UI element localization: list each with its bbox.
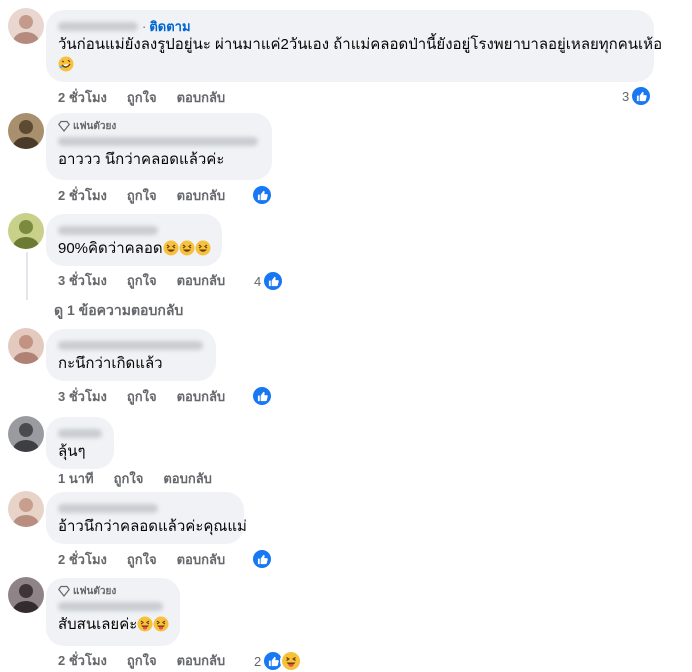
laughing-emoji (195, 240, 211, 256)
like-link[interactable]: ถูกใจ (127, 386, 157, 407)
commenter-name[interactable] (58, 504, 158, 513)
comment-bubble: กะนึกว่าเกิดแล้ว (46, 329, 216, 381)
comment-actions: 2 ชั่วโมง ถูกใจ ตอบกลับ (58, 88, 245, 106)
top-fan-badge: แฟนตัวยง (73, 585, 117, 597)
reaction-count[interactable]: 3 (622, 85, 653, 107)
commenter-name[interactable] (58, 22, 138, 31)
reply-link[interactable]: ตอบกลับ (177, 549, 226, 570)
comment-actions: 3 ชั่วโมง ถูกใจ ตอบกลับ (58, 387, 245, 405)
reaction-count[interactable]: 4 (254, 270, 285, 292)
comment-actions: 1 นาที ถูกใจ ตอบกลับ (58, 469, 232, 487)
reply-link[interactable]: ตอบกลับ (163, 468, 212, 489)
avatar[interactable] (8, 8, 44, 44)
commenter-name[interactable] (58, 137, 258, 146)
avatar[interactable] (8, 328, 44, 364)
timestamp[interactable]: 3 ชั่วโมง (58, 386, 107, 407)
comment-text: อาววว นึกว่าคลอดแล้วค่ะ (58, 151, 225, 168)
laughing-emoji (179, 240, 195, 256)
reaction-count[interactable] (251, 385, 273, 407)
avatar[interactable] (8, 577, 44, 613)
comment-bubble: ลุ้นๆ (46, 417, 114, 469)
commenter-name[interactable] (58, 602, 163, 611)
avatar[interactable] (8, 213, 44, 249)
avatar[interactable] (8, 416, 44, 452)
top-fan-badge: แฟนตัวยง (73, 120, 117, 132)
commenter-name[interactable] (58, 341, 203, 350)
diamond-icon (58, 120, 70, 132)
like-link[interactable]: ถูกใจ (127, 270, 157, 291)
comment-actions: 2 ชั่วโมง ถูกใจ ตอบกลับ (58, 550, 245, 568)
like-link[interactable]: ถูกใจ (127, 87, 157, 108)
comment-actions: 2 ชั่วโมง ถูกใจ ตอบกลับ (58, 651, 245, 669)
reply-link[interactable]: ตอบกลับ (177, 386, 226, 407)
comment-bubble: แฟนตัวยง อาววว นึกว่าคลอดแล้วค่ะ (46, 113, 272, 180)
like-icon (251, 184, 273, 206)
like-icon (251, 385, 273, 407)
timestamp[interactable]: 2 ชั่วโมง (58, 185, 107, 206)
avatar[interactable] (8, 113, 44, 149)
comment-actions: 2 ชั่วโมง ถูกใจ ตอบกลับ (58, 186, 245, 204)
diamond-icon (58, 585, 70, 597)
comment-text: ลุ้นๆ (58, 443, 86, 460)
reply-link[interactable]: ตอบกลับ (177, 185, 226, 206)
like-icon (251, 548, 273, 570)
timestamp[interactable]: 2 ชั่วโมง (58, 549, 107, 570)
like-link[interactable]: ถูกใจ (127, 185, 157, 206)
reaction-count[interactable] (251, 548, 273, 570)
timestamp[interactable]: 1 นาที (58, 468, 94, 489)
tongue-emoji (137, 616, 153, 632)
comment-text: วันก่อนแม่ยังลงรูปอยู่นะ ผ่านมาแค่2วันเอ… (58, 36, 663, 53)
comment-bubble: อ้าวนึกว่าคลอดแล้วค่ะคุณแม่ (46, 492, 247, 544)
comment-bubble: 90%คิดว่าคลอด (46, 214, 222, 266)
rofl-emoji (58, 56, 74, 72)
like-link[interactable]: ถูกใจ (127, 650, 157, 671)
comment-bubble: แฟนตัวยง สับสนเลยค่ะ (46, 578, 180, 646)
timestamp[interactable]: 2 ชั่วโมง (58, 650, 107, 671)
timestamp[interactable]: 2 ชั่วโมง (58, 87, 107, 108)
laughing-emoji (163, 240, 179, 256)
avatar[interactable] (8, 491, 44, 527)
like-link[interactable]: ถูกใจ (127, 549, 157, 570)
comment-text: 90%คิดว่าคลอด (58, 239, 211, 259)
thread-line (26, 252, 28, 300)
like-icon (630, 85, 653, 107)
commenter-name[interactable] (58, 429, 102, 438)
follow-link[interactable]: ติดตาม (149, 16, 190, 37)
reaction-count[interactable] (251, 184, 273, 206)
comment-text: อ้าวนึกว่าคลอดแล้วค่ะคุณแม่ (58, 518, 247, 535)
reply-link[interactable]: ตอบกลับ (177, 650, 226, 671)
view-replies-link[interactable]: ดู 1 ข้อความตอบกลับ (54, 300, 183, 322)
like-icon (262, 270, 285, 292)
comment-actions: 3 ชั่วโมง ถูกใจ ตอบกลับ (58, 271, 245, 289)
like-link[interactable]: ถูกใจ (114, 468, 144, 489)
reply-link[interactable]: ตอบกลับ (177, 270, 226, 291)
tongue-emoji (153, 616, 169, 632)
comment-text: สับสนเลยค่ะ (58, 615, 169, 635)
reply-link[interactable]: ตอบกลับ (177, 87, 226, 108)
comment-bubble: · ติดตาม วันก่อนแม่ยังลงรูปอยู่นะ ผ่านมา… (46, 10, 663, 82)
commenter-name[interactable] (58, 226, 158, 235)
comment-text: กะนึกว่าเกิดแล้ว (58, 355, 163, 372)
timestamp[interactable]: 3 ชั่วโมง (58, 270, 107, 291)
